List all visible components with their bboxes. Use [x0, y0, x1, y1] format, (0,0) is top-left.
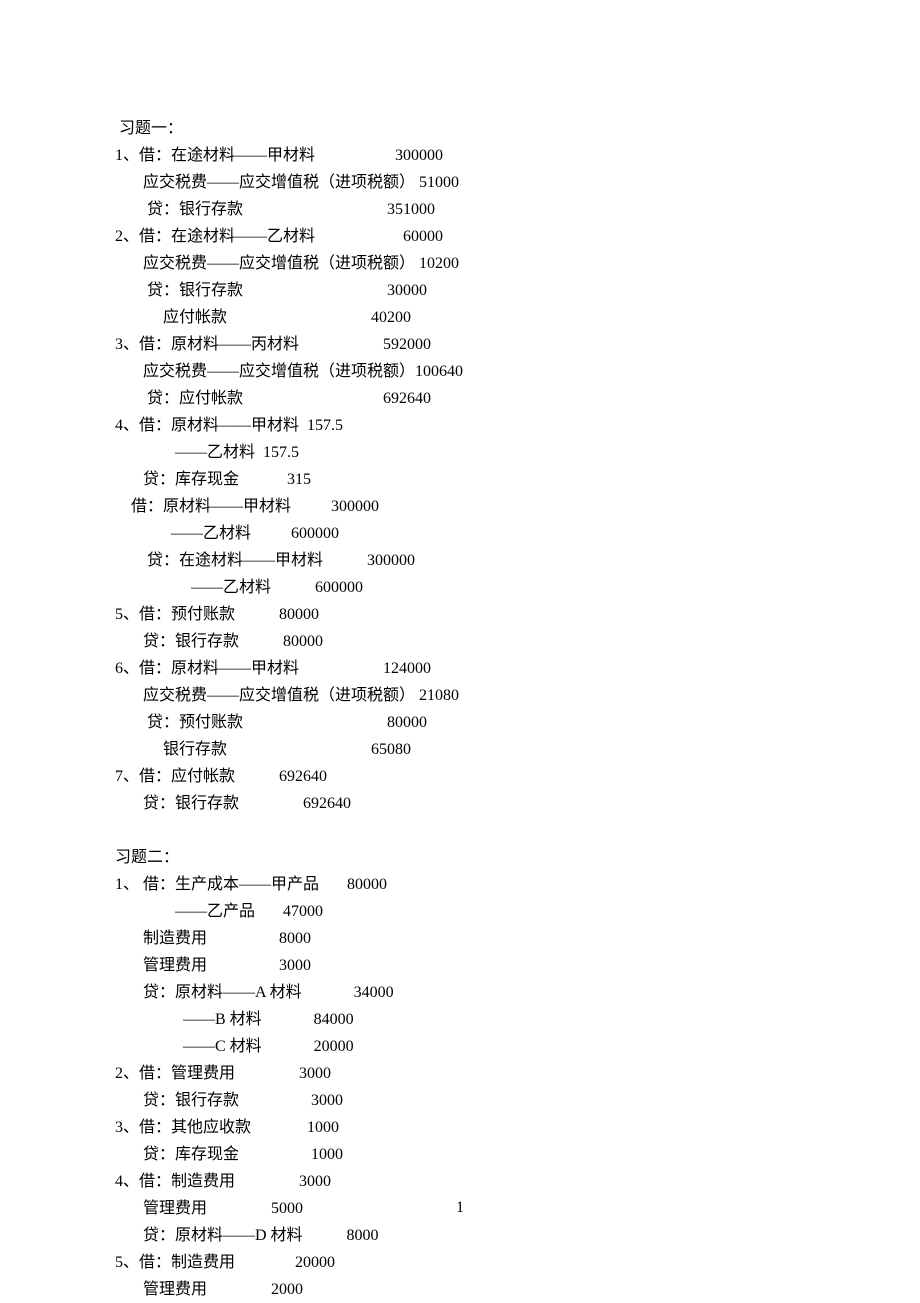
entry-line: 2、借：在途材料——乙材料 60000	[115, 223, 805, 250]
entry-line: 管理费用 2000	[115, 1276, 805, 1303]
entry-line: 贷：在途材料——甲材料 300000	[115, 547, 805, 574]
entry-line: 4、借：制造费用 3000	[115, 1168, 805, 1195]
entry-line: 6、借：原材料——甲材料 124000	[115, 655, 805, 682]
entry-line: 应交税费——应交增值税（进项税额）100640	[115, 358, 805, 385]
page-number: 1	[0, 1199, 920, 1217]
entry-line: 贷：银行存款 3000	[115, 1087, 805, 1114]
entry-line: 贷：库存现金 315	[115, 466, 805, 493]
entry-line: 2、借：管理费用 3000	[115, 1060, 805, 1087]
entry-line: 7、借：应付帐款 692640	[115, 763, 805, 790]
entry-line: 贷：原材料——D 材料 8000	[115, 1222, 805, 1249]
entry-line: 贷：预付账款 80000	[115, 709, 805, 736]
section-title: 习题一：	[115, 115, 805, 142]
entry-line: 制造费用 8000	[115, 925, 805, 952]
entry-line: ——C 材料 20000	[115, 1033, 805, 1060]
entry-line: 贷：银行存款 30000	[115, 277, 805, 304]
entry-line: 贷：银行存款 80000	[115, 628, 805, 655]
entry-line: 3、借：其他应收款 1000	[115, 1114, 805, 1141]
entry-line: 管理费用 3000	[115, 952, 805, 979]
entry-line: 银行存款 65080	[115, 736, 805, 763]
entry-line: 借：原材料——甲材料 300000	[115, 493, 805, 520]
entry-line: 应交税费——应交增值税（进项税额） 10200	[115, 250, 805, 277]
entry-line: 贷：库存现金 1000	[115, 1141, 805, 1168]
entry-line: ——乙材料 600000	[115, 520, 805, 547]
entry-line: 应付帐款 40200	[115, 304, 805, 331]
entry-line: 贷：银行存款 351000	[115, 196, 805, 223]
entry-line: ——乙产品 47000	[115, 898, 805, 925]
entry-line: ——乙材料 157.5	[115, 439, 805, 466]
entry-line: 5、借：制造费用 20000	[115, 1249, 805, 1276]
section-title: 习题二：	[115, 844, 805, 871]
entry-line: 应交税费——应交增值税（进项税额） 21080	[115, 682, 805, 709]
entry-line: 1、 借：生产成本——甲产品 80000	[115, 871, 805, 898]
entry-line: 4、借：原材料——甲材料 157.5	[115, 412, 805, 439]
entry-line: 3、借：原材料——丙材料 592000	[115, 331, 805, 358]
entry-line: 贷：原材料——A 材料 34000	[115, 979, 805, 1006]
entry-line: 贷：银行存款 692640	[115, 790, 805, 817]
spacer	[115, 817, 805, 844]
entry-line: 贷：应付帐款 692640	[115, 385, 805, 412]
document-page: 习题一： 1、借：在途材料——甲材料 300000 应交税费——应交增值税（进项…	[0, 0, 920, 1303]
entry-line: 1、借：在途材料——甲材料 300000	[115, 142, 805, 169]
entry-line: 应交税费——应交增值税（进项税额） 51000	[115, 169, 805, 196]
entry-line: 5、借：预付账款 80000	[115, 601, 805, 628]
entry-line: ——B 材料 84000	[115, 1006, 805, 1033]
entry-line: ——乙材料 600000	[115, 574, 805, 601]
